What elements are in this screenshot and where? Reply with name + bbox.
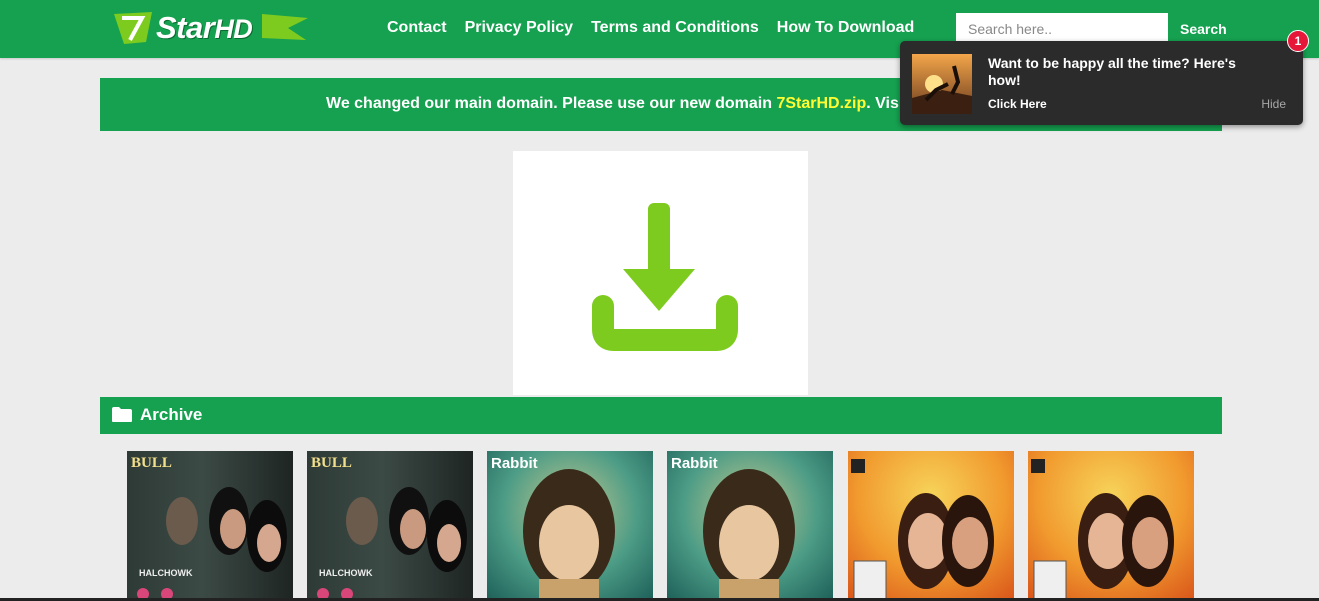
download-arrow-icon: [592, 203, 738, 351]
logo-text: StarHD: [156, 10, 253, 45]
folder-icon: [112, 407, 132, 422]
thumbnail-image: [317, 487, 467, 600]
thumbnail-image: [137, 487, 287, 600]
archive-thumbnail[interactable]: Rabbit: [667, 451, 833, 601]
site-logo[interactable]: StarHD: [112, 8, 310, 48]
thumbnail-image: [523, 469, 615, 601]
popup-hide-button[interactable]: Hide: [1261, 97, 1286, 111]
archive-title: Archive: [140, 405, 203, 424]
nav-contact[interactable]: Contact: [387, 19, 447, 37]
main-nav: Contact Privacy Policy Terms and Conditi…: [387, 19, 932, 37]
thumbnail-image: [703, 469, 795, 601]
notification-badge: 1: [1287, 30, 1309, 52]
archive-thumbnail[interactable]: Rabbit: [487, 451, 653, 601]
thumbnail-image: [851, 459, 994, 601]
thumbnail-brand: Rabbit: [491, 455, 538, 472]
notice-domain-link[interactable]: 7StarHD.zip: [776, 95, 866, 112]
thumbnail-brand: BULL: [311, 455, 352, 471]
archive-thumbnail[interactable]: [1028, 451, 1194, 601]
archive-thumbnail[interactable]: [848, 451, 1014, 601]
push-notification-popup[interactable]: Want to be happy all the time? Here's ho…: [900, 41, 1303, 125]
nav-privacy-policy[interactable]: Privacy Policy: [465, 19, 574, 37]
thumbnail-brand: BULL: [131, 455, 172, 471]
notice-text: We changed our main domain. Please use o…: [326, 95, 777, 112]
archive-header: Archive: [100, 397, 1222, 434]
nav-terms-and-conditions[interactable]: Terms and Conditions: [591, 19, 759, 37]
thumbnail-image: [1031, 459, 1174, 601]
thumbnail-caption: HALCHOWK: [319, 568, 373, 578]
popup-image: [912, 54, 972, 114]
thumbnail-caption: HALCHOWK: [139, 568, 193, 578]
archive-thumbnail[interactable]: BULL HALCHOWK: [307, 451, 473, 601]
download-banner[interactable]: [513, 151, 808, 395]
popup-title: Want to be happy all the time? Here's ho…: [988, 55, 1236, 88]
nav-how-to-download[interactable]: How To Download: [777, 19, 914, 37]
popup-click-here[interactable]: Click Here: [988, 97, 1047, 111]
archive-thumbnail[interactable]: BULL HALCHOWK: [127, 451, 293, 601]
thumbnail-brand: Rabbit: [671, 455, 718, 472]
